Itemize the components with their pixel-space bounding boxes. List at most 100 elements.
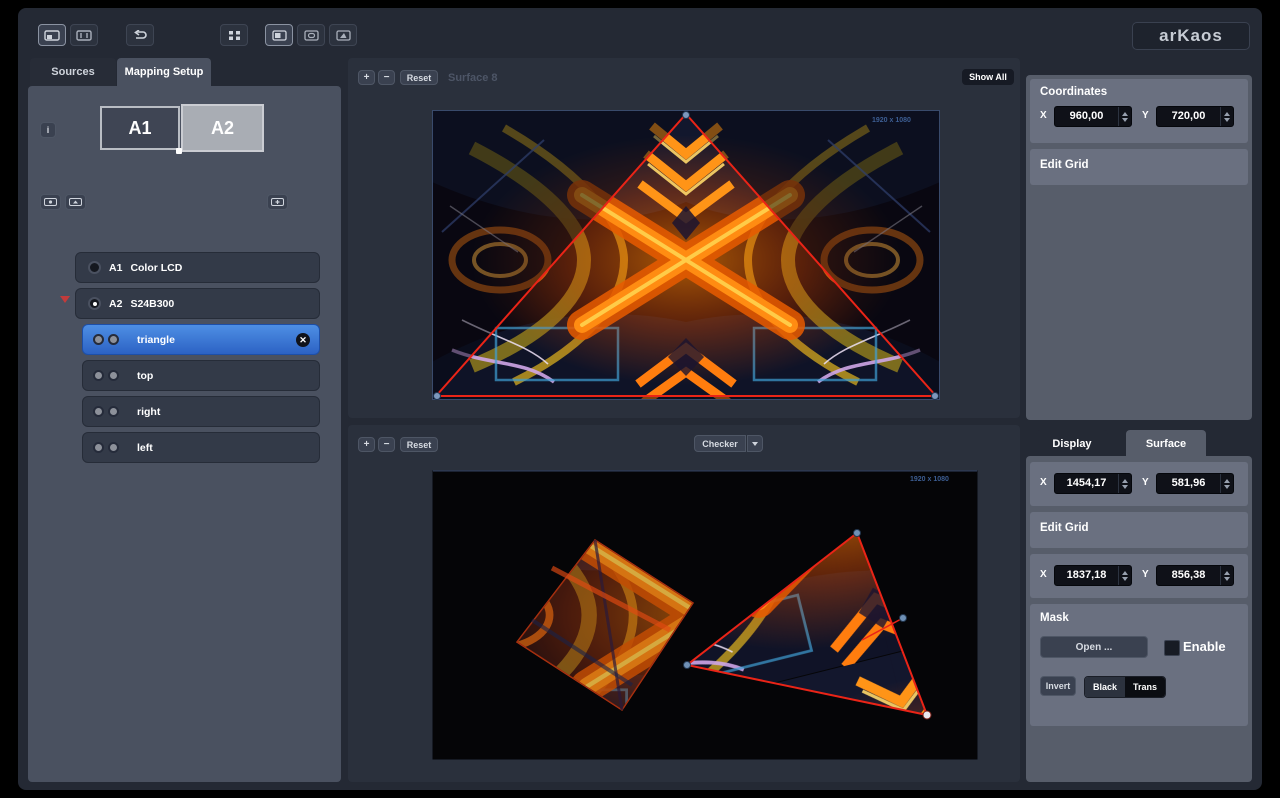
show-all-button[interactable]: Show All (962, 69, 1014, 85)
mask-enable-label: Enable (1183, 639, 1226, 654)
close-icon[interactable]: ✕ (296, 333, 310, 347)
screen-out-icon (44, 198, 57, 206)
surface-label: left (137, 442, 153, 454)
surface-led (93, 442, 104, 453)
panel-solo-button[interactable] (265, 24, 293, 46)
x-label: X (1040, 477, 1047, 488)
point2-x-field[interactable]: 1837,18 (1054, 565, 1132, 586)
mask-trans-label: Trans (1133, 682, 1157, 692)
tab-surface[interactable]: Surface (1126, 430, 1206, 458)
surface-row-right[interactable]: right (82, 396, 320, 427)
display-toggle-icon (44, 30, 60, 41)
device-a2-radio[interactable] (88, 297, 101, 310)
edit-grid-button[interactable]: Edit Grid (1030, 149, 1248, 185)
device-a1-radio[interactable] (88, 261, 101, 274)
stepper[interactable] (1220, 474, 1233, 493)
vertex-handle[interactable] (932, 393, 939, 400)
display-marker-dot (176, 148, 182, 154)
edit-grid-label: Edit Grid (1040, 159, 1089, 171)
undo-button[interactable] (126, 24, 154, 46)
chevron-down-icon (752, 442, 758, 446)
stepper[interactable] (1118, 566, 1131, 585)
x-coordinate-field[interactable]: 960,00 (1054, 106, 1132, 127)
vertex-handle[interactable] (854, 530, 861, 537)
grid-view-button[interactable] (220, 24, 248, 46)
display-frame-button[interactable] (70, 24, 98, 46)
stepper[interactable] (1220, 566, 1233, 585)
device-row-a2[interactable]: A2 S24B300 (75, 288, 320, 319)
tab-display[interactable]: Display (1036, 430, 1108, 458)
mask-enable-checkbox[interactable] (1164, 640, 1180, 656)
rotation-handle[interactable] (900, 615, 907, 622)
zoom-in-label: + (364, 72, 370, 83)
surface-led (93, 334, 104, 345)
zoom-out-button[interactable]: − (378, 437, 395, 452)
device-a2-name: S24B300 (130, 298, 174, 310)
reset-button[interactable]: Reset (400, 437, 438, 452)
display-a1-label: A1 (128, 118, 151, 139)
point2-y-field[interactable]: 856,38 (1156, 565, 1234, 586)
surface-label: right (137, 406, 160, 418)
surface-led (108, 442, 119, 453)
y-value: 856,38 (1157, 566, 1220, 585)
y-value: 720,00 (1157, 107, 1220, 126)
info-button[interactable]: i (40, 122, 56, 138)
surface-row-left[interactable]: left (82, 432, 320, 463)
add-surface-button[interactable] (267, 194, 288, 210)
surface-edit-canvas[interactable]: 1920 x 1080 (432, 110, 940, 400)
screen-tool-button-2[interactable] (65, 194, 86, 210)
surface-settings-panel: X 1454,17 Y 581,96 Edit Grid X 1837,18 Y (1026, 456, 1252, 782)
display-toggle-button[interactable] (38, 24, 66, 46)
surface-row-top[interactable]: top (82, 360, 320, 391)
surface-row-triangle[interactable]: triangle ✕ (82, 324, 320, 355)
plus-icon (271, 198, 284, 206)
panel-duo-icon (304, 30, 319, 41)
display-preview-viewport: + − Reset Checker 1920 x 1080 (348, 425, 1020, 782)
mask-black-label: Black (1093, 682, 1117, 692)
surface-label: top (137, 370, 153, 382)
vertex-handle[interactable] (683, 112, 690, 119)
tab-sources-label: Sources (51, 66, 94, 78)
mask-title: Mask (1040, 612, 1069, 624)
stepper[interactable] (1220, 107, 1233, 126)
undo-icon (133, 30, 148, 41)
mask-black-button[interactable]: Black (1085, 677, 1125, 697)
y-label: Y (1142, 477, 1149, 488)
point1-y-field[interactable]: 581,96 (1156, 473, 1234, 494)
reset-button[interactable]: Reset (400, 70, 438, 85)
mask-open-button[interactable]: Open ... (1040, 636, 1148, 658)
zoom-in-button[interactable]: + (358, 437, 375, 452)
display-a1-button[interactable]: A1 (100, 106, 180, 150)
background-mode-dropdown[interactable] (747, 435, 763, 452)
stepper[interactable] (1118, 107, 1131, 126)
vertex-handle-active[interactable] (923, 711, 931, 719)
mask-trans-button[interactable]: Trans (1125, 677, 1165, 697)
edit-grid-button[interactable]: Edit Grid (1030, 512, 1248, 548)
stepper[interactable] (1118, 474, 1131, 493)
coordinates-title: Coordinates (1040, 86, 1107, 98)
x-value: 1454,17 (1055, 474, 1118, 493)
zoom-out-button[interactable]: − (378, 70, 395, 85)
device-row-a1[interactable]: A1 Color LCD (75, 252, 320, 283)
screen-tool-button-1[interactable] (40, 194, 61, 210)
zoom-in-button[interactable]: + (358, 70, 375, 85)
tab-mapping-setup[interactable]: Mapping Setup (117, 58, 211, 86)
expand-arrow-icon[interactable] (60, 296, 70, 303)
display-preview-canvas[interactable]: 1920 x 1080 (432, 470, 978, 760)
grid-view-icon (228, 30, 241, 41)
panel-duo-button[interactable] (297, 24, 325, 46)
app-window: arKaos Sources Mapping Setup i A1 A2 A1 … (18, 8, 1262, 790)
surface-led (108, 406, 119, 417)
surface-title: Surface 8 (448, 72, 498, 84)
panel-notes-button[interactable] (329, 24, 357, 46)
vertex-handle[interactable] (434, 393, 441, 400)
panel-solo-icon (272, 30, 287, 41)
mask-invert-button[interactable]: Invert (1040, 676, 1076, 696)
display-a2-button[interactable]: A2 (181, 104, 264, 152)
background-mode-button[interactable]: Checker (694, 435, 746, 452)
tab-sources[interactable]: Sources (30, 58, 116, 86)
y-coordinate-field[interactable]: 720,00 (1156, 106, 1234, 127)
y-value: 581,96 (1157, 474, 1220, 493)
vertex-handle[interactable] (684, 662, 691, 669)
point1-x-field[interactable]: 1454,17 (1054, 473, 1132, 494)
